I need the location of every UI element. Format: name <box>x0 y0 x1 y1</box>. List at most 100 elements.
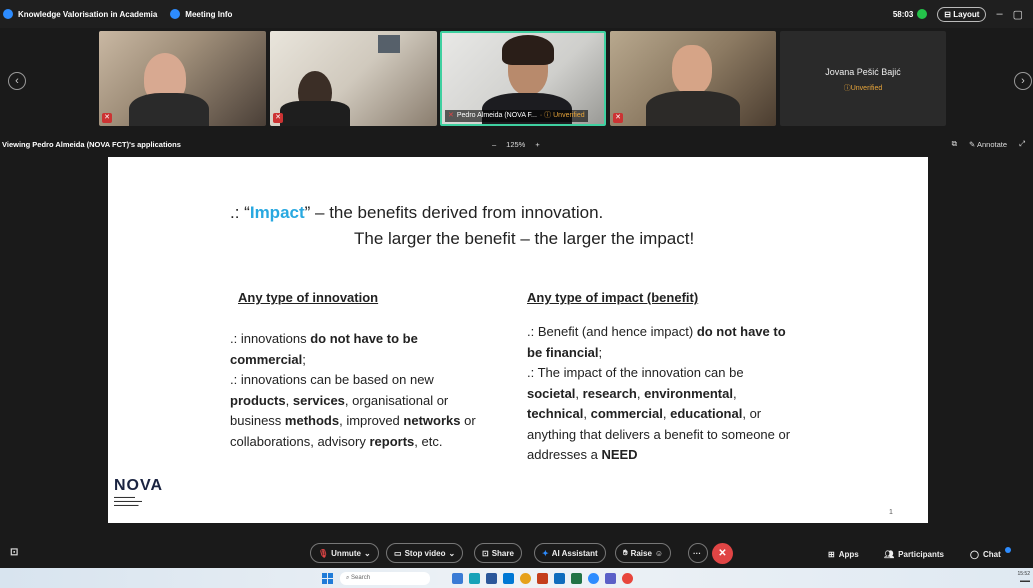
video-tile-5[interactable]: Jovana Pešić Bajić ⓘUnverified <box>780 31 946 126</box>
shield-icon <box>3 9 13 19</box>
slide-title: .: “Impact” – the benefits derived from … <box>230 203 604 222</box>
word-icon[interactable] <box>486 573 497 584</box>
participant-body <box>646 91 740 126</box>
video-tile-4[interactable]: ✕ <box>610 31 776 126</box>
slide-page-number: 1 <box>889 509 893 516</box>
zoom-in-button[interactable]: + <box>535 140 539 149</box>
share-button[interactable]: ⊡ Share <box>474 543 522 563</box>
chevron-down-icon[interactable]: ⌄ <box>364 549 371 558</box>
chat-button[interactable]: ◯ Chat <box>970 540 1011 568</box>
right-column-text: .: Benefit (and hence impact) do not hav… <box>527 322 797 466</box>
unverified-badge: ⓘUnverified <box>843 85 883 92</box>
layout-button[interactable]: ⊟ Layout <box>937 6 987 22</box>
excel-icon[interactable] <box>571 573 582 584</box>
video-tile-active-speaker[interactable]: ✕ Pedro Almeida (NOVA F... · ⓘ Unverifie… <box>440 31 606 126</box>
participant-hair <box>502 35 554 65</box>
meeting-timer: 58:03 <box>893 9 928 19</box>
teams-icon[interactable] <box>605 573 616 584</box>
participants-button[interactable]: 👥︎ Participants <box>884 540 944 568</box>
title-bar: Knowledge Valorisation in Academia Meeti… <box>0 0 1033 28</box>
left-paragraph-1: .: innovations do not have to be commerc… <box>230 331 418 367</box>
ai-assistant-button[interactable]: ✦ AI Assistant <box>534 543 606 563</box>
meeting-info-link[interactable]: Meeting Info <box>185 10 232 19</box>
unverified-text: Unverified <box>553 112 585 119</box>
muted-mic-icon: ✕ <box>273 113 283 123</box>
logo-subtext-graphic: ▬▬▬▬▬▬ ▬▬▬▬▬▬▬▬ ▬▬▬▬▬▬▬ <box>114 495 142 507</box>
unmute-label: Unmute <box>331 548 361 558</box>
left-column-text: .: innovations do not have to be commerc… <box>230 329 492 452</box>
taskbar-apps: ⌕ Search <box>322 572 633 585</box>
outlook-icon[interactable] <box>503 573 514 584</box>
copilot-icon[interactable] <box>622 573 633 584</box>
impact-highlight: Impact <box>249 203 305 222</box>
chat-label: Chat <box>982 549 1001 559</box>
store-icon[interactable] <box>554 573 565 584</box>
captions-icon[interactable]: ⊡ <box>10 547 18 558</box>
raise-hand-button[interactable]: ✋︎ Raise ☺ <box>615 543 672 563</box>
view-options-icon[interactable]: ⧉ <box>952 139 957 149</box>
wall-picture <box>378 35 400 53</box>
screen-share-header: Viewing Pedro Almeida (NOVA FCT)'s appli… <box>0 133 1033 155</box>
apps-icon: ⊞ <box>828 549 835 559</box>
chrome-icon[interactable] <box>520 573 531 584</box>
chevron-down-icon[interactable]: ⌄ <box>448 549 455 558</box>
participant-face <box>672 45 712 95</box>
security-shield-icon[interactable] <box>917 9 928 19</box>
chat-notification-dot <box>1004 547 1011 553</box>
apps-label: Apps <box>838 549 859 559</box>
participant-body <box>129 93 209 126</box>
reaction-icon[interactable]: ☺ <box>655 549 663 558</box>
video-tile-1[interactable]: ✕ <box>99 31 266 126</box>
hand-icon: ✋︎ <box>623 548 628 557</box>
system-clock[interactable]: 15:52 ▬▬ <box>1017 571 1030 585</box>
end-call-button[interactable]: ✕ <box>712 543 733 564</box>
chat-bubble-icon: ◯ <box>970 549 979 559</box>
annotate-button[interactable]: ✎ Annotate <box>969 140 1007 149</box>
restore-button[interactable]: ▢ <box>1013 8 1023 21</box>
annotate-controls: ⧉ ✎ Annotate ⤢ <box>952 133 1025 155</box>
participants-icon: 👥︎ <box>884 549 895 559</box>
left-column-heading: Any type of innovation <box>238 290 379 305</box>
video-strip: ‹ ✕ ✕ ✕ Pedro Almeida (NOVA F... · ⓘ Unv… <box>0 28 1033 130</box>
ai-assistant-icon: ✦ <box>542 548 549 558</box>
clock-time: 15:52 <box>1017 571 1030 577</box>
nova-logo-text: NOVA <box>114 477 164 494</box>
right-paragraph-1: .: Benefit (and hence impact) do not hav… <box>527 324 786 360</box>
shared-slide: .: “Impact” – the benefits derived from … <box>108 157 928 523</box>
edge-icon[interactable] <box>469 573 480 584</box>
file-explorer-icon[interactable] <box>452 573 463 584</box>
share-screen-icon: ⊡ <box>482 548 489 558</box>
info-icon[interactable] <box>170 9 181 19</box>
zoom-level[interactable]: 125% <box>506 140 525 149</box>
chevron-right-icon[interactable]: › <box>1014 72 1032 90</box>
participant-name: Pedro Almeida (NOVA F... <box>456 112 537 119</box>
video-tile-2[interactable]: ✕ <box>270 31 437 126</box>
unmute-button[interactable]: 🎙︎ Unmute ⌄ <box>310 543 379 563</box>
video-camera-icon: ▭ <box>394 548 402 558</box>
slide-subtitle: The larger the benefit – the larger the … <box>354 229 695 248</box>
participants-label: Participants <box>898 549 944 559</box>
unverified-badge: · ⓘ Unverified <box>539 112 585 119</box>
annotate-label: Annotate <box>976 139 1007 149</box>
windows-start-icon[interactable] <box>322 572 334 585</box>
zoom-out-button[interactable]: – <box>492 140 496 149</box>
participant-body <box>280 101 350 126</box>
more-button[interactable]: ··· <box>688 543 708 563</box>
raise-label: Raise <box>630 548 652 558</box>
right-column-heading: Any type of impact (benefit) <box>527 290 699 305</box>
search-placeholder: Search <box>351 575 371 581</box>
taskbar-search[interactable]: ⌕ Search <box>340 572 430 585</box>
powerpoint-icon[interactable] <box>537 573 548 584</box>
stop-video-button[interactable]: ▭ Stop video ⌄ <box>386 543 464 563</box>
meeting-toolbar: ⊡ 🎙︎ Unmute ⌄ ▭ Stop video ⌄ ⊡ Share ✦ A… <box>0 540 1033 568</box>
expand-icon[interactable]: ⤢ <box>1019 139 1025 149</box>
muted-mic-icon: ✕ <box>102 113 112 123</box>
apps-button[interactable]: ⊞ Apps <box>828 540 859 568</box>
minimize-button[interactable]: – <box>996 8 1002 20</box>
left-paragraph-2: .: innovations can be based on new produ… <box>230 372 476 449</box>
muted-mic-icon: ✕ <box>448 112 454 119</box>
participant-name: Jovana Pešić Bajić <box>825 67 901 77</box>
viewing-label: Viewing Pedro Almeida (NOVA FCT)'s appli… <box>2 139 181 149</box>
zoom-icon[interactable] <box>588 573 599 584</box>
chevron-left-icon[interactable]: ‹ <box>8 72 26 90</box>
